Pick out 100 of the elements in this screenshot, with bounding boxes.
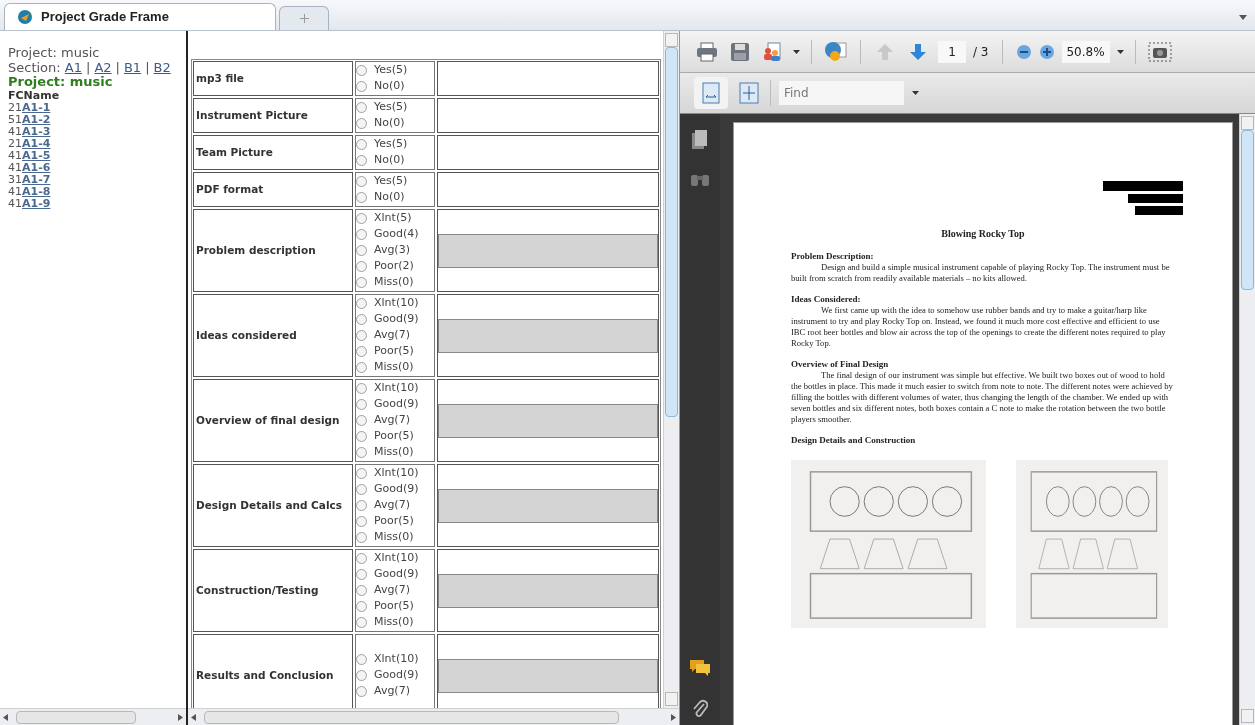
vertical-scrollbar[interactable] [663,31,679,708]
comment-field[interactable] [438,658,658,693]
project-label: Project: music [8,45,101,60]
radio-button[interactable] [356,330,367,341]
radio-button[interactable] [356,569,367,580]
option-label: Good(4) [374,226,419,243]
radio-button[interactable] [356,617,367,628]
radio-button[interactable] [356,277,367,288]
radio-button[interactable] [356,484,367,495]
scroll-left-icon[interactable] [3,713,8,721]
radio-button[interactable] [356,447,367,458]
radio-button[interactable] [356,65,367,76]
new-tab-button[interactable] [279,6,329,30]
section-link[interactable]: A2 [94,60,112,75]
comment-icon[interactable] [689,659,711,677]
option-label: Good(9) [374,396,419,413]
comment-field[interactable] [438,573,658,608]
radio-button[interactable] [356,468,367,479]
dropdown-arrow-icon[interactable] [1239,15,1247,20]
radio-button[interactable] [356,532,367,543]
radio-button[interactable] [356,399,367,410]
browser-tab[interactable]: Project Grade Frame [4,3,276,30]
radio-button[interactable] [356,415,367,426]
radio-button[interactable] [356,155,367,166]
zoom-field[interactable]: 50.8% [1061,40,1110,63]
option-label: Avg(7) [374,683,410,700]
radio-button[interactable] [356,516,367,527]
radio-button[interactable] [356,229,367,240]
student-link[interactable]: A1-7 [22,173,51,186]
student-link[interactable]: A1-2 [22,113,51,126]
student-link[interactable]: A1-8 [22,185,51,198]
separator-text: | [115,60,120,75]
horizontal-scrollbar[interactable] [188,708,679,725]
radio-button[interactable] [356,500,367,511]
student-link[interactable]: A1-4 [22,137,51,150]
option-label: Good(9) [374,311,419,328]
section-link[interactable]: A1 [64,60,82,75]
radio-button[interactable] [356,553,367,564]
comment-field[interactable] [438,318,658,353]
option-label: Good(9) [374,481,419,498]
radio-button[interactable] [356,245,367,256]
option-label: No(0) [374,189,405,206]
radio-button[interactable] [356,686,367,697]
fit-width-button[interactable] [694,77,728,109]
radio-button[interactable] [356,585,367,596]
column-header: FCName [8,89,61,102]
horizontal-scrollbar[interactable] [0,708,186,725]
radio-button[interactable] [356,81,367,92]
radio-button[interactable] [356,102,367,113]
student-link[interactable]: A1-1 [22,101,51,114]
scroll-right-icon[interactable] [178,713,183,721]
radio-button[interactable] [356,261,367,272]
find-field[interactable]: Find [779,81,904,105]
radio-button[interactable] [356,213,367,224]
radio-button[interactable] [356,383,367,394]
radio-button[interactable] [356,118,367,129]
dropdown-arrow-icon[interactable] [912,91,919,95]
radio-button[interactable] [356,314,367,325]
zoom-out-icon[interactable] [1015,43,1032,60]
option-label: Yes(5) [374,99,408,116]
radio-button[interactable] [356,298,367,309]
paperclip-icon[interactable] [692,699,708,719]
criterion-cell: Design Details and Calcs [193,464,353,547]
radio-button[interactable] [356,346,367,357]
score-text: 41 [8,185,22,198]
page-count-text: / 3 [973,43,989,61]
pages-icon[interactable] [692,130,708,150]
zoom-in-icon[interactable] [1038,43,1055,60]
page-number-field[interactable]: 1 [938,40,966,63]
student-link[interactable]: A1-6 [22,161,51,174]
dropdown-arrow-icon[interactable] [793,49,800,54]
score-text: 41 [8,161,22,174]
student-link[interactable]: A1-9 [22,197,51,210]
scroll-right-icon[interactable] [671,713,676,721]
option-label: Yes(5) [374,62,408,79]
fit-page-icon[interactable] [736,80,762,106]
app-logo-icon [17,9,33,25]
radio-button[interactable] [356,431,367,442]
radio-button[interactable] [356,362,367,373]
scroll-left-icon[interactable] [191,713,196,721]
radio-button[interactable] [356,139,367,150]
vertical-scrollbar[interactable] [1239,114,1255,725]
dropdown-arrow-icon[interactable] [1116,49,1124,54]
radio-button[interactable] [356,601,367,612]
section-link[interactable]: B2 [153,60,171,75]
option-label: Xlnt(10) [374,465,419,482]
radio-button[interactable] [356,192,367,203]
separator-text: | [86,60,91,75]
radio-button[interactable] [356,654,367,665]
comment-field[interactable] [438,488,658,523]
radio-button[interactable] [356,670,367,681]
student-link[interactable]: A1-5 [22,149,51,162]
plus-icon [299,14,309,23]
comment-field[interactable] [438,403,658,438]
comment-field[interactable] [438,233,658,268]
radio-button[interactable] [356,176,367,187]
binoculars-icon[interactable] [691,172,709,186]
section-link[interactable]: B1 [123,60,142,75]
paragraph: Design and build a simple musical instrument capable of playing Rocky Top. The instrument must be built from scratch from readily available materials – no kits allowed. [791,262,1171,284]
student-link[interactable]: A1-3 [22,125,51,138]
